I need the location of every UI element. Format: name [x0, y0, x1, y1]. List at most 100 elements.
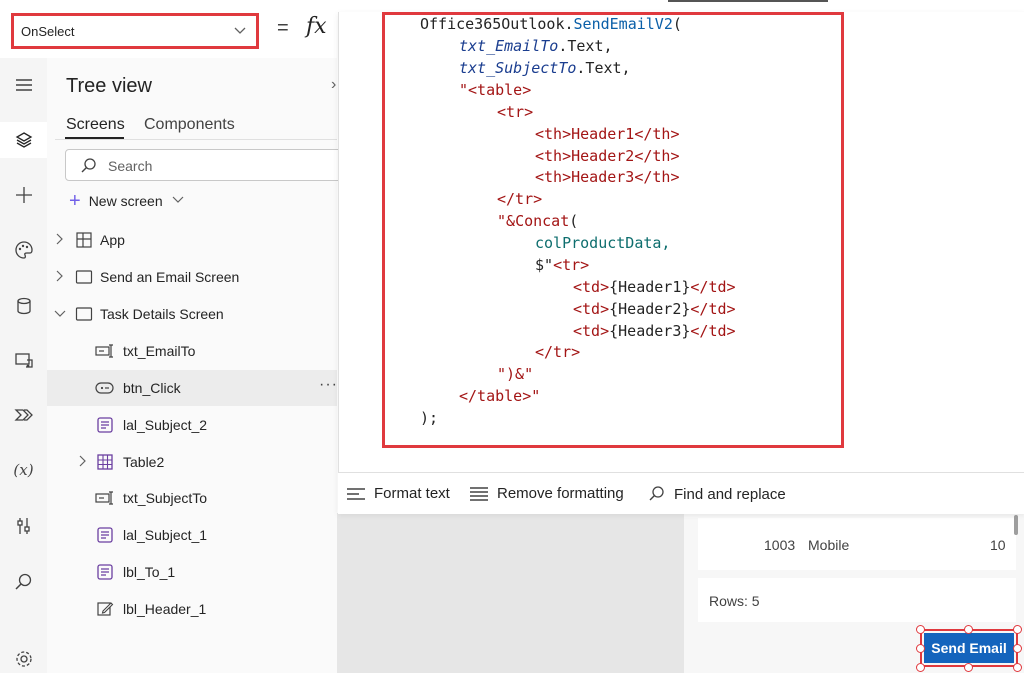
code-line-14: <td>{Header2}</td> [573, 300, 736, 318]
fx-icon[interactable]: fx [306, 14, 327, 39]
format-text-icon [347, 487, 365, 500]
resize-handle[interactable] [916, 625, 925, 634]
tree-item-label: txt_SubjectTo [123, 490, 208, 506]
settings-gear-icon[interactable] [0, 641, 47, 677]
canvas-background [337, 513, 684, 673]
collapse-panel-icon[interactable]: › [331, 76, 336, 94]
tree-item-label: txt_EmailTo [123, 343, 196, 359]
media-icon[interactable] [0, 342, 47, 378]
resize-handle[interactable] [1013, 625, 1022, 634]
tree-item-task-details-screen[interactable]: Task Details Screen [47, 296, 337, 332]
tree-item-btn-click[interactable]: btn_Click ··· [47, 370, 337, 406]
code-token: <td> [573, 322, 610, 340]
code-line-1: Office365Outlook.SendEmailV2( [420, 15, 682, 33]
code-token: <tr> [553, 256, 590, 274]
power-automate-icon[interactable] [0, 397, 47, 433]
tree-item-txt-emailto[interactable]: txt_EmailTo [47, 333, 337, 369]
cell-qty: 10 [990, 537, 1006, 553]
code-token: Concat [515, 212, 570, 230]
resize-handle[interactable] [916, 644, 925, 653]
resize-handle[interactable] [964, 663, 973, 672]
tree-item-lbl-header-1[interactable]: lbl_Header_1 [47, 591, 337, 627]
code-line-8: <th>Header3</th> [535, 168, 680, 186]
code-token: {Header2} [609, 300, 691, 318]
code-line-3: txt_SubjectTo.Text, [459, 59, 631, 77]
tree-item-txt-subjectto[interactable]: txt_SubjectTo [47, 480, 337, 516]
property-dropdown-value: OnSelect [21, 24, 75, 39]
resize-handle[interactable] [916, 663, 925, 672]
cell-name: Mobile [808, 537, 850, 553]
tab-screens[interactable]: Screens [66, 116, 125, 134]
code-token: .Text, [558, 37, 613, 55]
code-line-15: <td>{Header3}</td> [573, 322, 736, 340]
remove-formatting-button[interactable]: Remove formatting [469, 485, 624, 502]
code-token: </td> [690, 322, 736, 340]
table-icon [96, 453, 114, 476]
chevron-down-icon[interactable] [53, 306, 67, 325]
tools-icon[interactable] [0, 508, 47, 544]
new-screen-button[interactable]: + New screen [69, 191, 185, 211]
code-token: $" [535, 256, 554, 274]
resize-handle[interactable] [1013, 663, 1022, 672]
remove-formatting-label: Remove formatting [497, 485, 624, 502]
palette-icon[interactable] [0, 232, 47, 268]
chevron-right-icon[interactable] [53, 269, 65, 288]
tree-view-panel: Tree view › Screens Components Search + … [47, 58, 345, 673]
code-line-13: <td>{Header1}</td> [573, 278, 736, 296]
code-token: ( [569, 212, 579, 230]
editor-toolbar: Format text Remove formatting Find and r… [338, 472, 1024, 514]
find-replace-label: Find and replace [674, 485, 786, 503]
label-icon [96, 416, 114, 439]
tab-components[interactable]: Components [144, 116, 235, 134]
tree-item-send-email-screen[interactable]: Send an Email Screen [47, 259, 337, 295]
label-icon [96, 563, 114, 586]
code-line-16: </tr> [535, 343, 581, 361]
tree-item-lal-subject-1[interactable]: lal_Subject_1 [47, 517, 337, 553]
code-token: <td> [573, 300, 610, 318]
variables-icon[interactable]: (x) [0, 452, 47, 488]
insert-plus-icon[interactable] [0, 177, 47, 213]
code-line-5: <tr> [497, 103, 534, 121]
code-line-2: txt_EmailTo.Text, [459, 37, 613, 55]
tree-item-label: Table2 [123, 454, 165, 470]
tree-item-label: lbl_To_1 [123, 564, 176, 580]
code-token: <td> [573, 278, 610, 296]
resize-handle[interactable] [1013, 644, 1022, 653]
left-rail: (x) [0, 58, 48, 673]
layers-icon[interactable] [0, 122, 47, 158]
scrollbar[interactable] [1014, 515, 1018, 535]
code-token: Office365Outlook. [420, 15, 574, 33]
tree-item-app[interactable]: App [47, 222, 337, 258]
chevron-right-icon[interactable] [53, 232, 65, 251]
format-text-button[interactable]: Format text [346, 485, 450, 502]
tree-item-label: lal_Subject_2 [123, 417, 208, 433]
tree-item-lbl-to-1[interactable]: lbl_To_1 [47, 554, 337, 590]
screen-icon [75, 305, 93, 328]
property-dropdown[interactable]: OnSelect [11, 13, 259, 49]
tree-item-label: Send an Email Screen [100, 269, 240, 285]
more-options-icon[interactable]: ··· [319, 376, 338, 394]
tree-item-table2[interactable]: Table2 [47, 444, 337, 480]
chevron-right-icon[interactable] [76, 454, 88, 473]
find-replace-button[interactable]: Find and replace [648, 485, 786, 503]
code-token: SendEmailV2 [573, 15, 673, 33]
new-screen-label: New screen [88, 193, 163, 209]
code-line-6: <th>Header1</th> [535, 125, 680, 143]
text-input-icon [95, 489, 115, 512]
tree-item-lal-subject-2[interactable]: lal_Subject_2 [47, 407, 337, 443]
chevron-down-icon [232, 22, 248, 43]
code-token: </td> [690, 278, 736, 296]
database-icon[interactable] [0, 288, 47, 324]
search-rail-icon[interactable] [0, 564, 47, 600]
tree-item-label: btn_Click [123, 380, 181, 396]
app-icon [75, 231, 93, 254]
send-email-button[interactable]: Send Email [924, 633, 1014, 663]
search-icon [80, 157, 98, 180]
resize-handle[interactable] [964, 625, 973, 634]
search-input[interactable]: Search [65, 149, 345, 181]
rows-count-label: Rows: 5 [709, 593, 760, 609]
search-icon [649, 486, 664, 501]
table-row[interactable] [698, 518, 1016, 570]
text-input-icon [95, 342, 115, 365]
hamburger-menu-icon[interactable] [0, 67, 47, 103]
